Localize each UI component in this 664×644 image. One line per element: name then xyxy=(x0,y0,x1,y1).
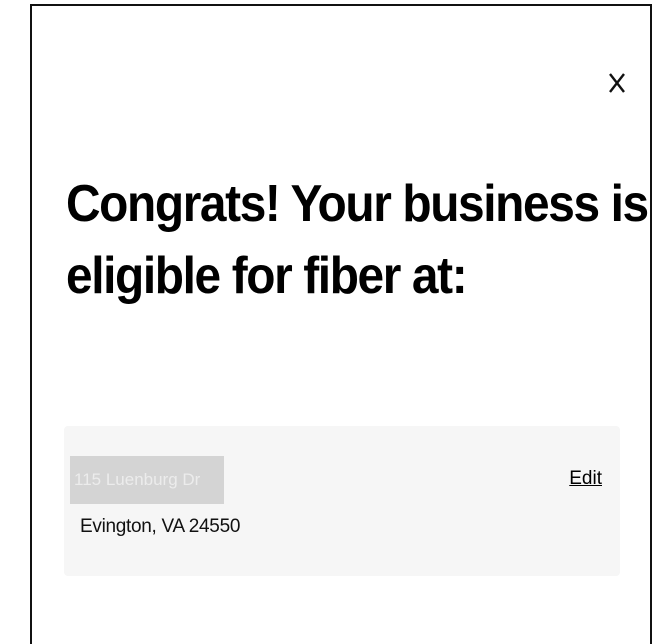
headline-line-2: eligible for fiber at: xyxy=(66,247,468,305)
address-card: 115 Luenburg Dr Evington, VA 24550 Edit xyxy=(64,426,620,576)
eligibility-headline: Congrats! Your business is eligible for … xyxy=(66,168,649,312)
headline-line-1: Congrats! Your business is xyxy=(66,175,649,233)
address-city-state-zip: Evington, VA 24550 xyxy=(80,516,241,537)
close-icon xyxy=(609,73,625,93)
edit-address-link[interactable]: Edit xyxy=(569,468,602,490)
address-street: 115 Luenburg Dr xyxy=(70,456,224,504)
eligibility-modal: Congrats! Your business is eligible for … xyxy=(30,4,652,644)
close-button[interactable] xyxy=(602,68,632,98)
